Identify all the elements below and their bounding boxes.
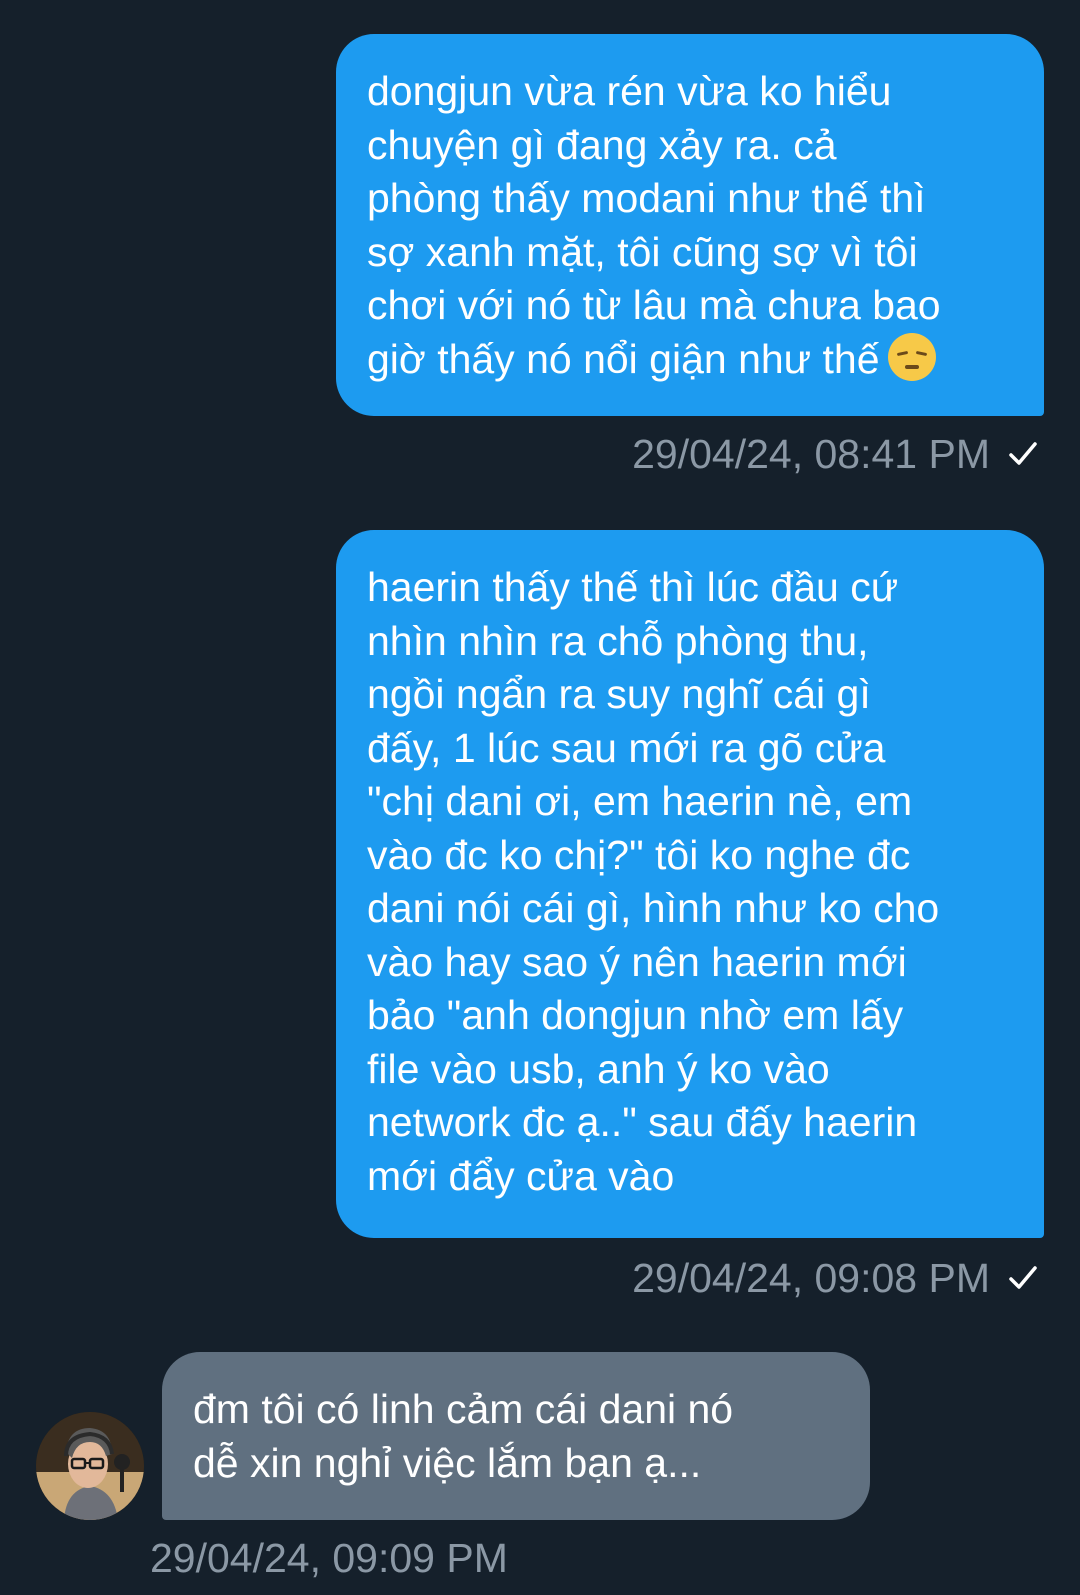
message-text: dongjun vừa rén vừa ko hiểu chuyện gì đa… [367,68,941,382]
message-bubble-sent[interactable]: haerin thấy thế thì lúc đầu cứ nhìn nhìn… [336,530,1044,1238]
avatar-image [36,1412,144,1520]
message-bubble-received[interactable]: đm tôi có linh cảm cái dani nó dễ xin ng… [162,1352,870,1520]
message-text: đm tôi có linh cảm cái dani nó dễ xin ng… [193,1386,734,1486]
message-timestamp-label: 29/04/24, 09:09 PM [150,1535,508,1581]
avatar[interactable] [36,1412,144,1520]
message-timestamp: 29/04/24, 09:08 PM [632,1255,990,1301]
pensive-face-emoji-icon [887,332,936,381]
message-text: haerin thấy thế thì lúc đầu cứ nhìn nhìn… [367,564,940,1199]
message-timestamp: 29/04/24, 08:41 PM [632,431,990,477]
check-icon [1009,1266,1037,1289]
message-meta: 29/04/24, 09:08 PM [632,1254,1040,1302]
check-icon [1009,442,1037,465]
message-meta: 29/04/24, 08:41 PM [632,430,1040,478]
message-bubble-sent[interactable]: dongjun vừa rén vừa ko hiểu chuyện gì đa… [336,34,1044,416]
message-timestamp: 29/04/24, 09:09 PM [150,1534,508,1582]
